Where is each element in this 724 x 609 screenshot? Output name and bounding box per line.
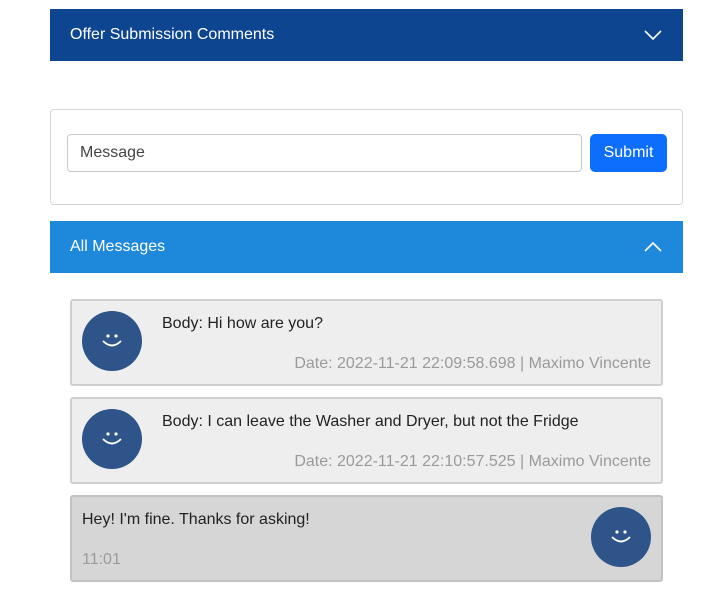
- message-meta: Date: 2022-11-21 22:10:57.525 | Maximo V…: [294, 453, 651, 470]
- all-messages-header[interactable]: All Messages: [50, 221, 683, 273]
- submit-button[interactable]: Submit: [590, 134, 667, 172]
- message-item-own: Hey! I'm fine. Thanks for asking! 11:01: [70, 495, 663, 582]
- message-meta: Date: 2022-11-21 22:09:58.698 | Maximo V…: [294, 355, 651, 372]
- message-item: Body: Hi how are you? Date: 2022-11-21 2…: [70, 299, 663, 386]
- page: Offer Submission Comments Submit All Mes…: [0, 0, 724, 609]
- smiley-icon: [82, 409, 142, 469]
- all-messages-title: All Messages: [70, 238, 166, 255]
- message-input[interactable]: [67, 134, 582, 172]
- message-item: Body: I can leave the Washer and Dryer, …: [70, 397, 663, 484]
- smiley-icon: [82, 311, 142, 371]
- message-composer: Submit: [50, 109, 683, 205]
- message-time: 11:01: [82, 551, 121, 568]
- offer-comments-header[interactable]: Offer Submission Comments: [50, 9, 683, 61]
- chevron-down-icon[interactable]: [643, 25, 663, 45]
- offer-comments-title: Offer Submission Comments: [70, 26, 275, 43]
- smiley-icon: [591, 507, 651, 567]
- message-body: Body: Hi how are you?: [162, 315, 323, 332]
- message-body: Hey! I'm fine. Thanks for asking!: [82, 511, 310, 528]
- message-body: Body: I can leave the Washer and Dryer, …: [162, 413, 579, 430]
- chevron-up-icon[interactable]: [643, 237, 663, 257]
